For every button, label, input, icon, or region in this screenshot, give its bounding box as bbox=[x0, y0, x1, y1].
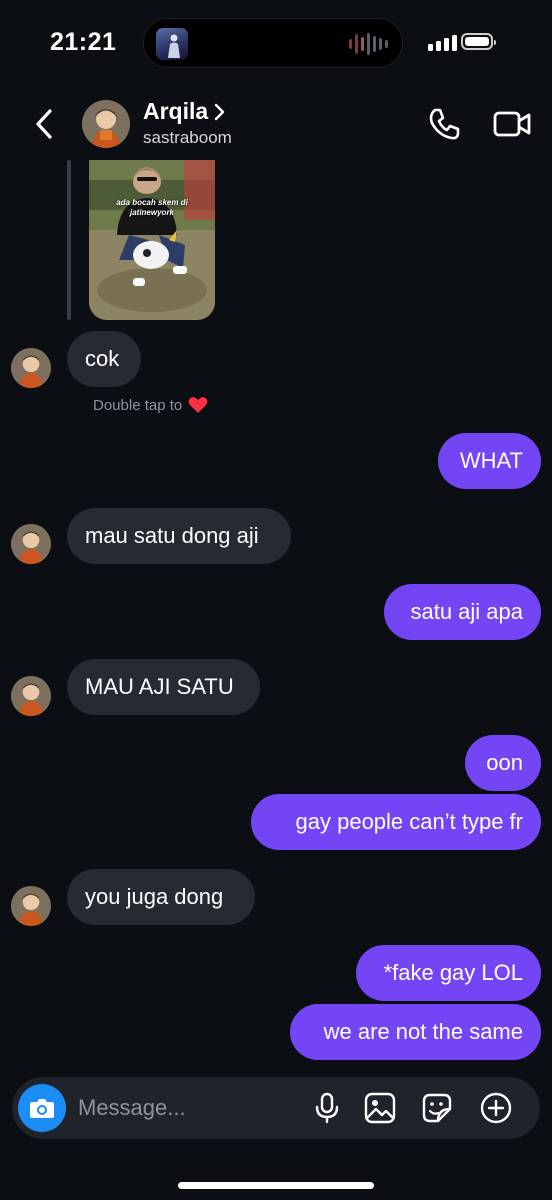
sticker-icon[interactable] bbox=[420, 1091, 454, 1125]
video-call-icon[interactable] bbox=[492, 108, 532, 140]
contact-name[interactable]: Arqila bbox=[143, 98, 208, 125]
status-time: 21:21 bbox=[50, 28, 117, 56]
microphone-icon[interactable] bbox=[310, 1091, 344, 1125]
contact-avatar[interactable] bbox=[82, 100, 130, 148]
add-plus-icon[interactable] bbox=[479, 1091, 513, 1125]
sender-avatar[interactable] bbox=[11, 676, 51, 716]
message-bubble-outgoing[interactable]: gay people can’t type fr bbox=[251, 794, 541, 850]
photo-caption: ada bocah skem di jatinewyork bbox=[95, 198, 209, 218]
message-bubble-outgoing[interactable]: we are not the same bbox=[290, 1004, 541, 1060]
shared-photo[interactable]: ada bocah skem di jatinewyork bbox=[89, 160, 215, 320]
message-bubble-incoming[interactable]: cok bbox=[67, 331, 141, 387]
message-bubble-outgoing[interactable]: satu aji apa bbox=[384, 584, 541, 640]
now-playing-artwork bbox=[156, 28, 188, 60]
message-input[interactable] bbox=[78, 1093, 298, 1123]
photo-caption-line1: ada bocah skem di bbox=[116, 198, 188, 207]
contact-username: sastraboom bbox=[143, 128, 232, 147]
double-tap-hint-text: Double tap to bbox=[93, 396, 183, 414]
sender-avatar[interactable] bbox=[11, 886, 51, 926]
photo-caption-line2: jatinewyork bbox=[129, 208, 174, 217]
message-bubble-incoming[interactable]: mau satu dong aji bbox=[67, 508, 291, 564]
camera-button[interactable] bbox=[18, 1084, 66, 1132]
phone-call-icon[interactable] bbox=[426, 106, 462, 142]
message-bubble-incoming[interactable]: you juga dong bbox=[67, 869, 255, 925]
gallery-icon[interactable] bbox=[363, 1091, 397, 1125]
reply-indicator-bar bbox=[67, 160, 71, 320]
status-bar: 21:21 bbox=[0, 0, 552, 80]
sender-avatar[interactable] bbox=[11, 524, 51, 564]
back-arrow-icon[interactable] bbox=[30, 106, 60, 142]
dynamic-island[interactable] bbox=[143, 18, 403, 68]
message-bubble-outgoing[interactable]: oon bbox=[465, 735, 541, 791]
sender-avatar[interactable] bbox=[11, 348, 51, 388]
message-composer bbox=[12, 1077, 540, 1139]
chat-header: Arqila sastraboom bbox=[0, 80, 552, 168]
message-bubble-outgoing[interactable]: WHAT bbox=[438, 433, 541, 489]
home-indicator[interactable] bbox=[178, 1182, 374, 1189]
battery-icon bbox=[461, 33, 496, 50]
double-tap-hint: Double tap to bbox=[93, 396, 208, 414]
message-bubble-incoming[interactable]: MAU AJI SATU bbox=[67, 659, 260, 715]
camera-icon bbox=[30, 1099, 54, 1118]
chevron-right-icon[interactable] bbox=[213, 102, 227, 122]
audio-waveform-icon bbox=[349, 33, 388, 55]
cellular-signal-icon bbox=[428, 35, 457, 51]
message-bubble-outgoing[interactable]: *fake gay LOL bbox=[356, 945, 541, 1001]
heart-icon bbox=[188, 397, 208, 413]
